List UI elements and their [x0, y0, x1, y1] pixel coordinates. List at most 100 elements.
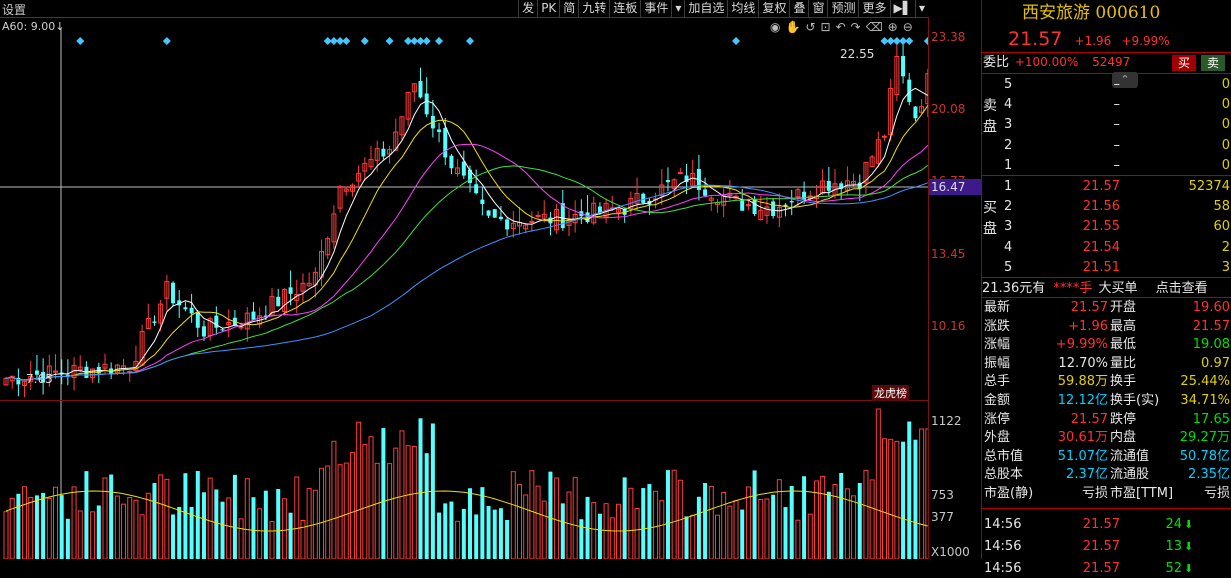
volume-bar	[647, 484, 652, 559]
volume-bar	[183, 473, 188, 559]
stat-value: 21.57	[1070, 411, 1108, 427]
sell-level-row[interactable]: 3 – 0	[982, 115, 1231, 134]
buy-level-row[interactable]: 5 21.51 3	[982, 258, 1231, 277]
volume-bar	[319, 467, 325, 559]
volume-bar	[294, 476, 300, 559]
stat-key: 内盘	[1110, 430, 1137, 446]
toolbar-button[interactable]: 发	[518, 0, 537, 17]
volume-bar	[684, 516, 689, 559]
buy-level-row[interactable]: 3 21.55 60	[982, 217, 1231, 236]
buy-button[interactable]: 买	[1172, 55, 1196, 71]
toolbar-button[interactable]: 加自选	[684, 0, 727, 17]
toolbar-button[interactable]: 连板	[609, 0, 640, 17]
volume-bar	[269, 520, 275, 559]
tick-volume: 13	[1165, 539, 1182, 554]
volume-bar	[158, 474, 164, 559]
volume-bar	[597, 513, 602, 559]
toolbar-button[interactable]: PK	[537, 0, 559, 17]
volume-bar	[374, 462, 380, 559]
stat-key: 流通股	[1110, 467, 1150, 483]
volume-bar	[826, 491, 831, 559]
volume-bar	[609, 517, 615, 559]
toolbar-button[interactable]: 预测	[827, 0, 858, 17]
stat-key: 涨幅	[984, 337, 1011, 353]
volume-bar	[152, 483, 157, 559]
volume-bar	[795, 519, 801, 559]
sell-button[interactable]: 卖	[1201, 55, 1225, 71]
volume-bar	[65, 518, 70, 559]
toolbar-button[interactable]: ▾	[671, 0, 684, 17]
candle-body	[189, 307, 194, 314]
tick-row: 14:56 21.57 13 ⬇	[982, 537, 1231, 556]
tick-price: 21.57	[1082, 561, 1120, 576]
volume-bar	[671, 469, 677, 559]
volume-bar	[764, 498, 770, 559]
toolbar-button[interactable]: 更多	[858, 0, 889, 17]
buy-level-row[interactable]: 2 21.56 58	[982, 197, 1231, 216]
volume-bar	[121, 503, 127, 559]
toolbar-button[interactable]: 均线	[727, 0, 758, 17]
toolbar-button[interactable]: 简	[559, 0, 578, 17]
level-number: 1	[1004, 157, 1013, 173]
toolbar-button[interactable]: ▾	[914, 0, 928, 17]
stat-row: 振幅 12.70% 量比 0.97	[982, 354, 1231, 373]
level-volume: 0	[1221, 97, 1230, 113]
volume-bar	[276, 488, 281, 559]
price-change: +1.96	[1074, 34, 1112, 48]
candle-body	[913, 106, 918, 119]
volume-chart[interactable]	[0, 401, 928, 559]
stat-key: 市盈[TTM]	[1110, 486, 1174, 501]
volume-bar	[337, 464, 343, 559]
toolbar-button[interactable]: 事件	[640, 0, 671, 17]
toolbar-button[interactable]: 叠	[789, 0, 808, 17]
volume-bar	[802, 476, 807, 559]
buy-level-row[interactable]: 1 21.57 52374	[982, 177, 1231, 196]
volume-tick: 1122	[931, 414, 962, 428]
settings-button[interactable]: 设置	[2, 1, 26, 18]
sell-level-row[interactable]: 4 – 0	[982, 95, 1231, 114]
volume-bar	[857, 482, 862, 559]
toolbar-button[interactable]: 窗	[808, 0, 827, 17]
candle-body	[703, 189, 708, 196]
candle-body	[152, 321, 157, 323]
candle-body	[789, 201, 794, 203]
stat-value: 29.27万	[1179, 430, 1230, 446]
toolbar-buttons: 发 PK 简九转 连板 事件 ▾ 加自选 均线 复权叠窗预测 更多 ▶▌ ▾	[518, 0, 928, 17]
sell-level-row[interactable]: 1 – 0	[982, 156, 1231, 175]
volume-bar	[869, 479, 875, 559]
signal-diamond-icon	[162, 37, 171, 45]
level-price: –	[1113, 77, 1121, 92]
volume-bar	[281, 498, 287, 559]
sell-level-row[interactable]: 5 – 0	[982, 75, 1231, 94]
volume-bar	[554, 477, 560, 559]
candle-body	[752, 199, 757, 215]
sell-level-row[interactable]: 2 – 0	[982, 136, 1231, 155]
candle-body	[480, 199, 485, 204]
volume-bar	[399, 430, 405, 559]
low-price-label: 7.65	[26, 372, 53, 386]
price-tick: 10.16	[931, 319, 966, 333]
volume-bar	[591, 502, 597, 559]
toolbar-button[interactable]: 复权	[758, 0, 789, 17]
toolbar-button[interactable]: ▶▌	[889, 0, 915, 17]
volume-bar	[102, 477, 108, 559]
toolbar: 设置 发 PK 简九转 连板 事件 ▾ 加自选 均线 复权叠窗预测 更多 ▶▌ ▾	[0, 0, 928, 18]
view-link[interactable]: 点击查看	[1156, 281, 1208, 296]
lhb-badge[interactable]: 龙虎榜	[872, 385, 909, 401]
candle-body	[276, 296, 281, 307]
level-number: 2	[1004, 137, 1013, 153]
signal-diamond-icon	[732, 37, 741, 45]
volume-bar	[696, 496, 701, 559]
volume-bar	[238, 518, 244, 559]
volume-bar	[634, 507, 640, 559]
level-number: 4	[1004, 97, 1013, 113]
volume-bar	[114, 495, 120, 559]
price-pct: +9.99%	[1121, 34, 1170, 48]
buy-level-row[interactable]: 4 21.54 2	[982, 238, 1231, 257]
volume-bar	[913, 439, 918, 559]
volume-bar	[244, 478, 250, 559]
kline-chart[interactable]	[0, 28, 928, 400]
toolbar-button[interactable]: 九转	[578, 0, 609, 17]
stat-key: 振幅	[984, 355, 1011, 371]
tick-row: 14:56 21.57 24 ⬇	[982, 515, 1231, 534]
